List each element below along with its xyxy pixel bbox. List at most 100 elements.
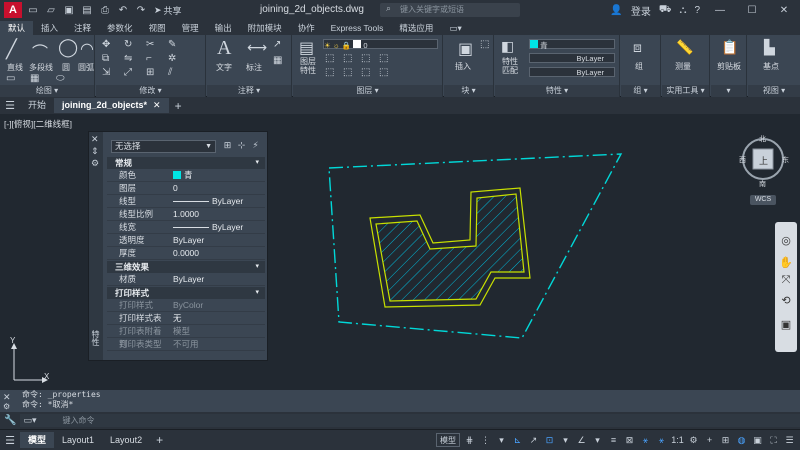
- command-wrench-icon[interactable]: 🔧: [4, 415, 16, 426]
- snap-icon[interactable]: ⋮: [479, 433, 492, 447]
- isolate-icon[interactable]: ◍: [735, 433, 748, 447]
- measure-button[interactable]: 测量: [670, 61, 696, 72]
- pan-icon[interactable]: ✋: [779, 256, 793, 269]
- ribbon-group-title-layers[interactable]: 图层 ▾: [293, 85, 442, 97]
- fillet-icon[interactable]: ⌐: [146, 53, 152, 64]
- ribbon-group-title-clipboard[interactable]: ▾: [711, 85, 746, 97]
- save-icon[interactable]: ▣: [62, 3, 76, 17]
- tab-drawing[interactable]: joining_2d_objects* ✕: [54, 98, 169, 113]
- property-value[interactable]: 不可用: [169, 338, 265, 350]
- arc-icon[interactable]: ◠: [80, 39, 94, 59]
- ribbon-tab[interactable]: 视图: [141, 21, 174, 35]
- property-section-header[interactable]: 打印样式 ▾: [107, 287, 265, 299]
- new-tab-icon[interactable]: +: [175, 99, 182, 113]
- ribbon-tab[interactable]: 注释: [66, 21, 99, 35]
- layer-tool-icon[interactable]: ⬚: [343, 53, 352, 64]
- osnap-icon[interactable]: ⊡: [543, 433, 556, 447]
- stretch-icon[interactable]: ⇲: [102, 67, 110, 78]
- property-row[interactable]: 打印表附着到 模型: [107, 325, 265, 349]
- property-value[interactable]: 无: [169, 312, 265, 324]
- property-row[interactable]: 打印表类型 不可用: [107, 338, 265, 351]
- otrack-icon[interactable]: ∠: [575, 433, 588, 447]
- clipboard-icon[interactable]: 📋: [721, 39, 738, 56]
- property-row[interactable]: 线宽 ByLayer: [107, 221, 265, 234]
- ribbon-group-title-view[interactable]: 视图 ▾: [748, 85, 800, 97]
- maximize-button[interactable]: ☐: [740, 5, 764, 16]
- ribbon-tab[interactable]: 管理: [174, 21, 207, 35]
- match-properties-icon[interactable]: ◧: [501, 38, 514, 55]
- user-icon[interactable]: 👤: [610, 5, 622, 16]
- copy-icon[interactable]: ⧉: [102, 53, 109, 64]
- viewcube-south[interactable]: 南: [759, 179, 766, 189]
- scale-icon[interactable]: ⤢: [124, 67, 132, 78]
- layer-tool-icon[interactable]: ⬚: [325, 53, 334, 64]
- autocad-logo[interactable]: A: [4, 2, 22, 18]
- annotation-visibility-icon[interactable]: ⚹: [639, 433, 652, 447]
- ribbon-group-title-properties[interactable]: 特性 ▾: [495, 85, 619, 97]
- insert-button[interactable]: 插入: [450, 61, 476, 72]
- selection-cycling-icon[interactable]: ⊠: [623, 433, 636, 447]
- ribbon-tab[interactable]: 附加模块: [240, 21, 290, 35]
- viewcube-west[interactable]: 西: [739, 155, 746, 165]
- open-icon[interactable]: ▱: [44, 3, 58, 17]
- insert-icon[interactable]: ▣: [458, 39, 473, 59]
- arc-button[interactable]: 圆弧: [76, 62, 96, 73]
- steering-wheel-icon[interactable]: ◎: [779, 234, 793, 247]
- property-row[interactable]: 材质 ByLayer: [107, 273, 265, 286]
- palette-pin-icon[interactable]: ⇕: [91, 146, 99, 157]
- text-button[interactable]: 文字: [211, 62, 237, 73]
- cart-icon[interactable]: ⛟: [659, 4, 672, 17]
- layer-tool-icon[interactable]: ⬚: [343, 67, 352, 78]
- polyline-icon[interactable]: ⌒: [32, 39, 48, 63]
- property-row[interactable]: 厚度 0.0000: [107, 247, 265, 260]
- property-section-header[interactable]: 常规 ▾: [107, 157, 265, 169]
- circle-button[interactable]: 圆: [56, 62, 76, 73]
- block-edit-icon[interactable]: ⬚: [480, 39, 489, 50]
- property-row[interactable]: 线型比例 1.0000: [107, 208, 265, 221]
- hatch-icon[interactable]: ▦: [30, 73, 39, 84]
- grid-icon[interactable]: ⋕: [463, 433, 476, 447]
- ribbon-tab[interactable]: 输出: [207, 21, 240, 35]
- property-row[interactable]: 图层 0: [107, 182, 265, 195]
- layer-tool-icon[interactable]: ⬚: [361, 67, 370, 78]
- plus-icon[interactable]: +: [703, 433, 716, 447]
- dropdown-icon[interactable]: ▾: [495, 433, 508, 447]
- clipboard-button[interactable]: 剪贴板: [713, 61, 745, 72]
- property-value[interactable]: ByLayer: [169, 195, 265, 207]
- gear-icon[interactable]: ⚙: [687, 433, 700, 447]
- quick-select-icon[interactable]: ⚡: [250, 140, 261, 151]
- tab-model[interactable]: 模型: [20, 432, 55, 448]
- viewcube-east[interactable]: 东: [782, 155, 789, 165]
- polyline-button[interactable]: 多段线: [28, 62, 54, 73]
- model-space-toggle[interactable]: 模型: [436, 433, 460, 447]
- erase-icon[interactable]: ✎: [168, 39, 176, 50]
- ribbon-tab[interactable]: 插入: [33, 21, 66, 35]
- layer-tool-icon[interactable]: ⬚: [379, 67, 388, 78]
- ribbon-group-title-modify[interactable]: 修改 ▾: [96, 85, 205, 97]
- selection-dropdown[interactable]: 无选择 ▼: [111, 140, 216, 153]
- ribbon-tab[interactable]: 精选应用: [391, 21, 441, 35]
- text-icon[interactable]: A: [217, 37, 231, 60]
- base-view-icon[interactable]: ▙: [764, 39, 775, 56]
- login-label[interactable]: 登录: [631, 3, 651, 18]
- layer-dropdown[interactable]: ☀ ☼ 🔒 0: [323, 39, 438, 50]
- ribbon-tab[interactable]: 协作: [290, 21, 323, 35]
- ribbon-more-icon[interactable]: ▭▾: [441, 21, 469, 35]
- command-input[interactable]: ▭▾ 键入命令: [20, 414, 800, 427]
- layer-tool-icon[interactable]: ⬚: [361, 53, 370, 64]
- close-tab-icon[interactable]: ✕: [153, 100, 161, 110]
- help-icon[interactable]: ?: [694, 5, 700, 16]
- rotate-icon[interactable]: ↻: [124, 39, 132, 50]
- add-layout-icon[interactable]: +: [156, 433, 163, 447]
- circle-icon[interactable]: ◯: [58, 37, 78, 58]
- layer-properties-icon[interactable]: ▤: [299, 38, 314, 58]
- ribbon-group-title-draw[interactable]: 绘图 ▾: [0, 85, 94, 97]
- wcs-button[interactable]: WCS: [750, 195, 776, 205]
- viewport-label[interactable]: [-][俯视][二维线框]: [4, 118, 72, 130]
- units-icon[interactable]: ⊞: [719, 433, 732, 447]
- property-value[interactable]: 0: [169, 182, 265, 194]
- tab-layout1[interactable]: Layout1: [54, 432, 102, 448]
- annotation-scale[interactable]: 1:1: [671, 433, 684, 447]
- trim-icon[interactable]: ✂: [146, 39, 154, 50]
- measure-icon[interactable]: 📏: [676, 39, 693, 56]
